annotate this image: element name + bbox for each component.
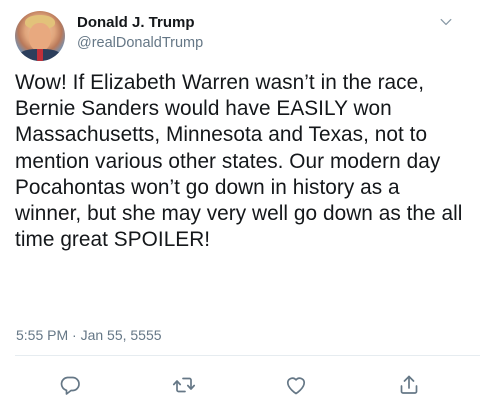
divider bbox=[15, 355, 480, 356]
avatar[interactable] bbox=[15, 11, 65, 61]
share-button[interactable] bbox=[396, 372, 422, 398]
like-button[interactable] bbox=[283, 372, 309, 398]
heart-icon bbox=[286, 377, 306, 395]
retweet-icon bbox=[172, 377, 196, 393]
chevron-down-icon[interactable] bbox=[436, 12, 456, 32]
author-handle[interactable]: @realDonaldTrump bbox=[77, 35, 203, 51]
avatar-tie bbox=[37, 49, 43, 61]
tweet-card: Donald J. Trump @realDonaldTrump Wow! If… bbox=[0, 0, 480, 410]
reply-icon bbox=[60, 376, 80, 395]
tweet-timestamp[interactable]: 5:55 PM · Jan 55, 5555 bbox=[16, 327, 162, 343]
author-name[interactable]: Donald J. Trump bbox=[77, 14, 195, 31]
share-icon bbox=[400, 375, 418, 394]
reply-button[interactable] bbox=[57, 372, 83, 398]
tweet-text: Wow! If Elizabeth Warren wasn’t in the r… bbox=[15, 71, 463, 252]
avatar-face bbox=[29, 23, 51, 51]
retweet-button[interactable] bbox=[171, 372, 197, 398]
